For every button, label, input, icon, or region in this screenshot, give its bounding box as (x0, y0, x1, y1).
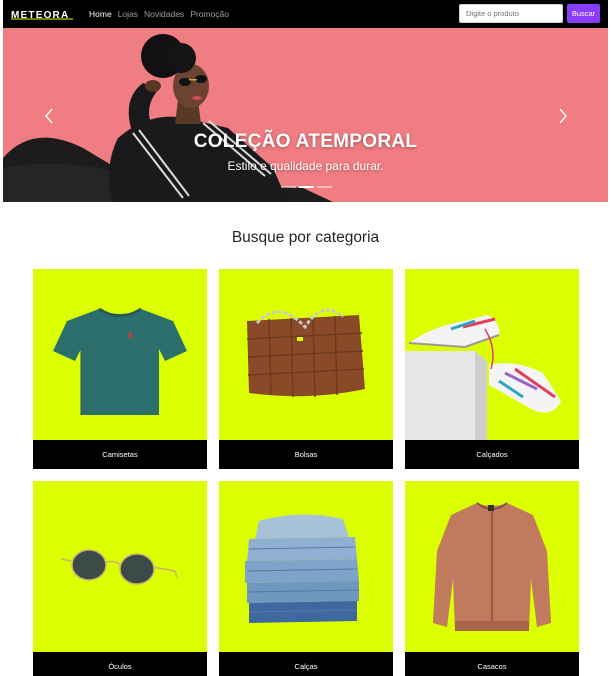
category-label: Calças (219, 652, 393, 676)
carousel-next-button[interactable] (555, 106, 571, 126)
category-image (219, 481, 393, 652)
nav-link-home[interactable]: Home (89, 9, 112, 19)
carousel-indicator-2[interactable] (299, 186, 314, 188)
search-form: Buscar (459, 4, 600, 23)
tshirt-image (53, 307, 187, 415)
category-card-calcados[interactable]: Calçados (405, 269, 579, 469)
navbar: METEORA Home Lojas Novidades Promoção Bu… (3, 0, 608, 28)
hero-model-image (3, 34, 333, 202)
category-image (405, 481, 579, 652)
chevron-right-icon (559, 108, 567, 124)
category-image (405, 269, 579, 440)
category-label: Bolsas (219, 440, 393, 469)
category-card-calcas[interactable]: Calças (219, 481, 393, 676)
category-card-casacos[interactable]: Casacos (405, 481, 579, 676)
category-card-camisetas[interactable]: Camisetas (33, 269, 207, 469)
nav-link-promocao[interactable]: Promoção (190, 9, 229, 19)
hero-title: COLEÇÃO ATEMPORAL (193, 131, 418, 152)
search-input[interactable] (459, 4, 563, 23)
nav-links: Home Lojas Novidades Promoção (89, 9, 229, 19)
category-label: Calçados (405, 440, 579, 469)
brand-logo[interactable]: METEORA (11, 7, 75, 21)
category-card-bolsas[interactable]: Bolsas (219, 269, 393, 469)
handbag-image (246, 308, 365, 398)
section-title: Busque por categoria (231, 229, 380, 246)
nav-link-lojas[interactable]: Lojas (118, 9, 138, 19)
chevron-left-icon (45, 108, 53, 124)
sneakers-image (405, 315, 561, 440)
jacket-image (433, 502, 551, 631)
category-image (219, 269, 393, 440)
nav-link-novidades[interactable]: Novidades (144, 9, 184, 19)
category-card-oculos[interactable]: Óculos (33, 481, 207, 676)
category-label: Óculos (33, 652, 207, 676)
category-image (33, 481, 207, 652)
category-label: Camisetas (33, 440, 207, 469)
sunglasses-image (60, 549, 178, 585)
meteora-logo: METEORA (11, 10, 73, 20)
hero-carousel: COLEÇÃO ATEMPORAL Estilo e qualidade par… (3, 28, 608, 202)
category-image (33, 269, 207, 440)
hero-subtitle: Estilo e qualidade para durar. (227, 159, 384, 173)
carousel-prev-button[interactable] (41, 106, 57, 126)
carousel-indicator-3[interactable] (317, 186, 332, 188)
jeans-stack-image (245, 514, 360, 623)
search-button[interactable]: Buscar (567, 4, 600, 23)
carousel-indicator-1[interactable] (281, 186, 296, 188)
carousel-indicators (281, 186, 332, 188)
category-label: Casacos (405, 652, 579, 676)
